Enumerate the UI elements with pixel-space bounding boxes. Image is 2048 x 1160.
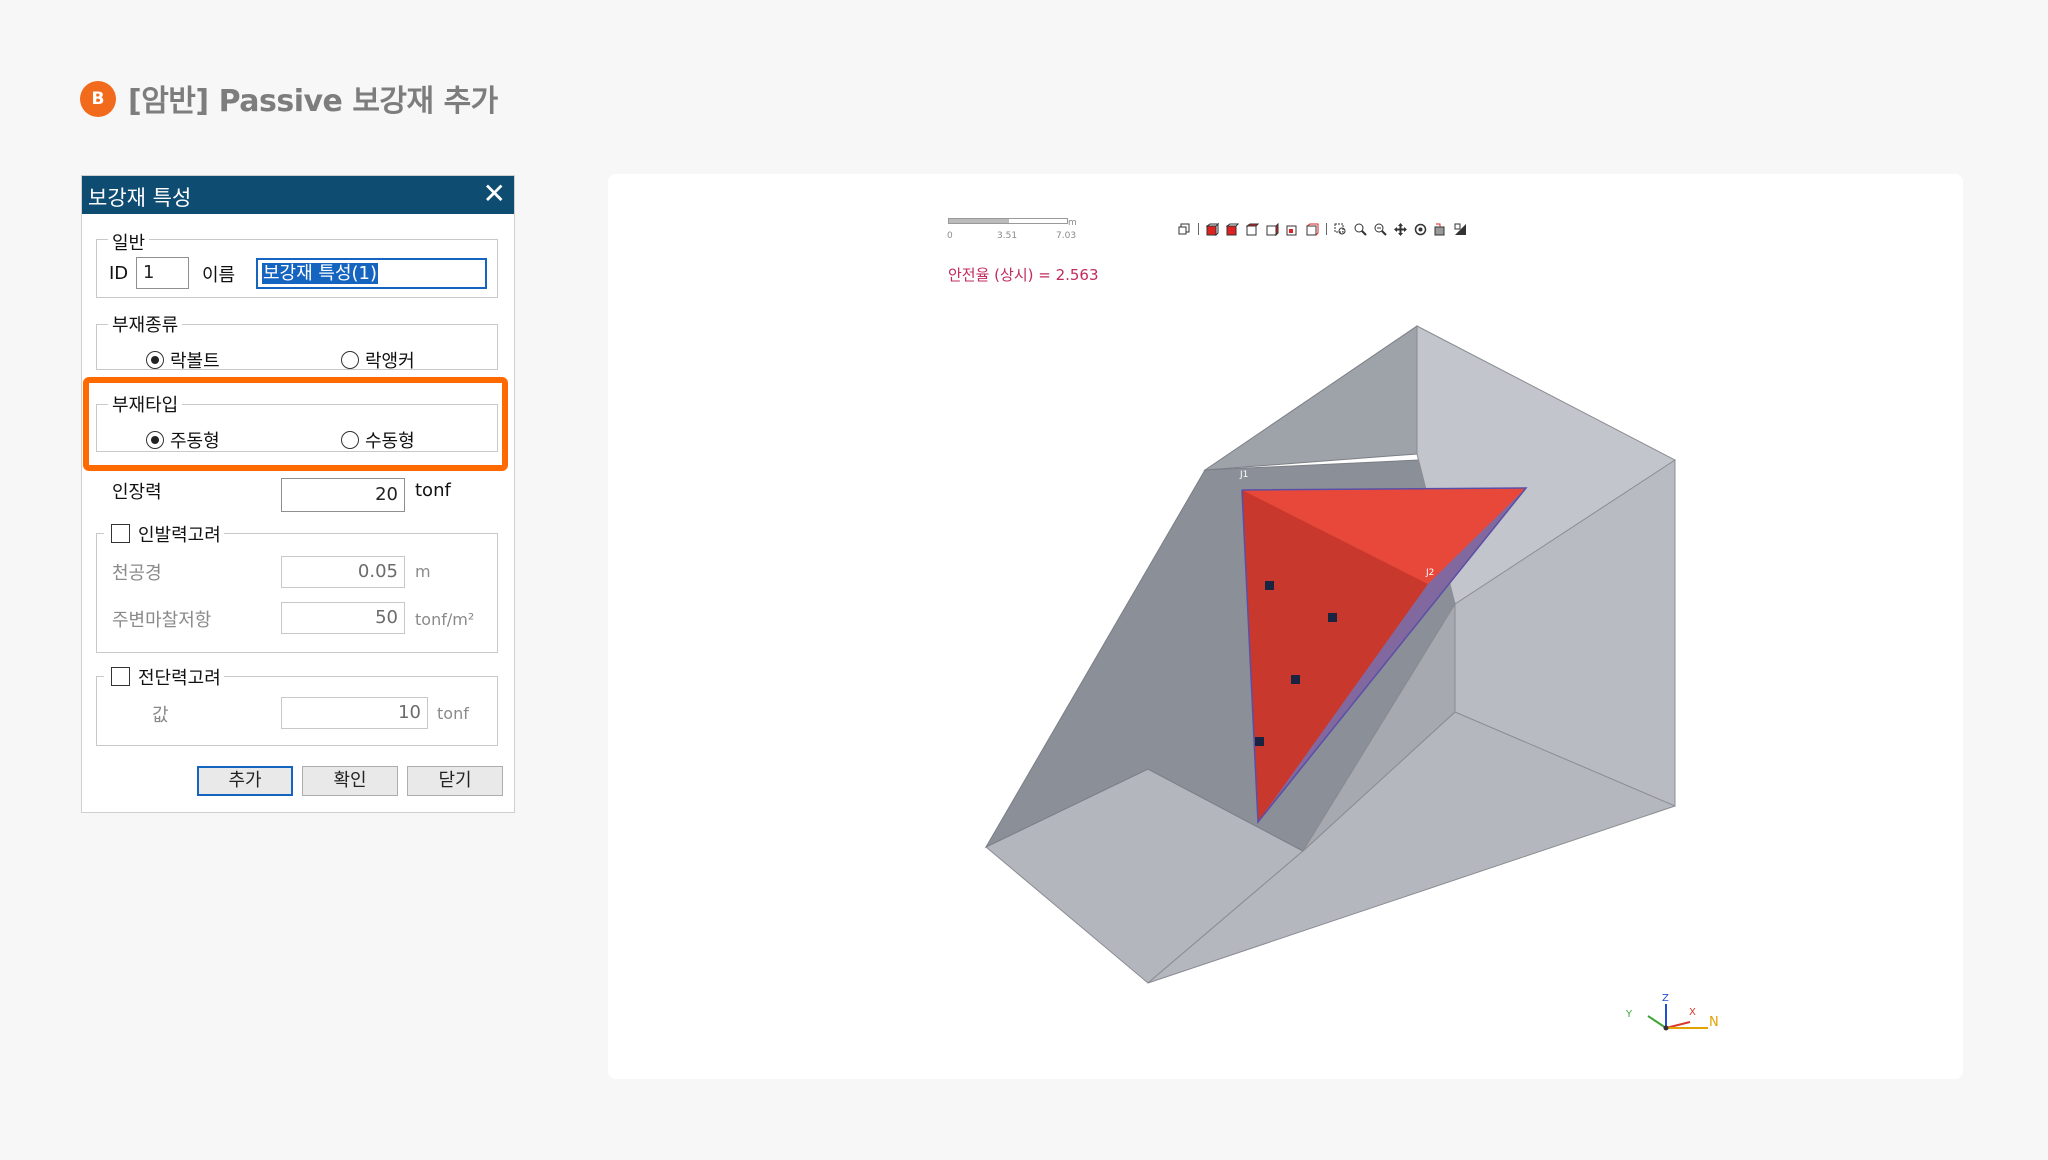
axis-north-label: N xyxy=(1709,1015,1719,1030)
tension-field[interactable]: 20 xyxy=(281,478,405,512)
diameter-unit: m xyxy=(415,562,431,581)
bolt-marker xyxy=(1265,581,1274,590)
joint-label-j2: J2 xyxy=(1426,568,1435,578)
pullout-label: 인발력고려 xyxy=(138,525,221,546)
close-button[interactable]: 닫기 xyxy=(407,766,503,796)
pullout-group xyxy=(96,533,498,653)
id-field[interactable]: 1 xyxy=(136,257,189,289)
bolt-marker xyxy=(1328,613,1337,622)
name-label: 이름 xyxy=(202,265,236,286)
add-button[interactable]: 추가 xyxy=(197,766,293,796)
slope-model-svg xyxy=(984,325,1676,984)
close-icon[interactable]: ✕ xyxy=(483,180,506,208)
rockbolt-label: 락볼트 xyxy=(170,351,220,372)
model-viewport[interactable]: 0 3.51 7.03 m 안전율 (상시) = 2.563 J1 J2 Z Y… xyxy=(608,174,1963,1079)
name-field[interactable]: 보강재 특성(1) xyxy=(256,258,487,289)
reinforcement-properties-dialog: 보강재 특성 ✕ 일반 ID 1 이름 보강재 특성(1) 부재종류 락볼트 락… xyxy=(81,175,515,813)
bolt-marker xyxy=(1291,675,1300,684)
axis-y-label: Y xyxy=(1626,1009,1633,1020)
friction-unit: tonf/m² xyxy=(415,610,475,629)
diameter-field[interactable]: 0.05 xyxy=(281,556,405,588)
axis-triad xyxy=(1647,1004,1708,1031)
bolt-marker xyxy=(1255,737,1264,746)
rockanchor-label: 락앵커 xyxy=(365,351,415,372)
page-title: [암반] Passive 보강재 추가 xyxy=(128,84,498,119)
axis-z-label: Z xyxy=(1662,993,1669,1004)
axis-x-label: X xyxy=(1689,1007,1696,1018)
friction-label: 주변마찰저항 xyxy=(112,610,212,631)
dialog-title: 보강재 특성 xyxy=(88,186,192,210)
rockanchor-radio[interactable] xyxy=(341,351,359,369)
shear-label: 전단력고려 xyxy=(138,668,221,689)
name-field-selected-text: 보강재 특성(1) xyxy=(262,263,379,284)
pullout-checkbox[interactable] xyxy=(111,524,130,543)
shear-value-field[interactable]: 10 xyxy=(281,697,428,729)
dialog-titlebar: 보강재 특성 ✕ xyxy=(82,176,514,214)
shear-value-unit: tonf xyxy=(437,704,469,723)
top-back-face xyxy=(1203,325,1418,471)
section-badge: B xyxy=(80,81,116,117)
ok-button[interactable]: 확인 xyxy=(302,766,398,796)
friction-field[interactable]: 50 xyxy=(281,602,405,634)
tension-label: 인장력 xyxy=(112,482,162,503)
diameter-label: 천공경 xyxy=(112,563,162,584)
rockbolt-radio[interactable] xyxy=(146,351,164,369)
member-kind-legend: 부재종류 xyxy=(108,311,183,337)
general-legend: 일반 xyxy=(108,229,150,255)
shear-value-label: 값 xyxy=(152,705,169,726)
member-type-highlight-box xyxy=(83,377,508,471)
shear-checkbox[interactable] xyxy=(111,667,130,686)
tension-unit: tonf xyxy=(415,480,451,501)
id-label: ID xyxy=(109,263,129,284)
joint-label-j1: J1 xyxy=(1240,470,1249,480)
